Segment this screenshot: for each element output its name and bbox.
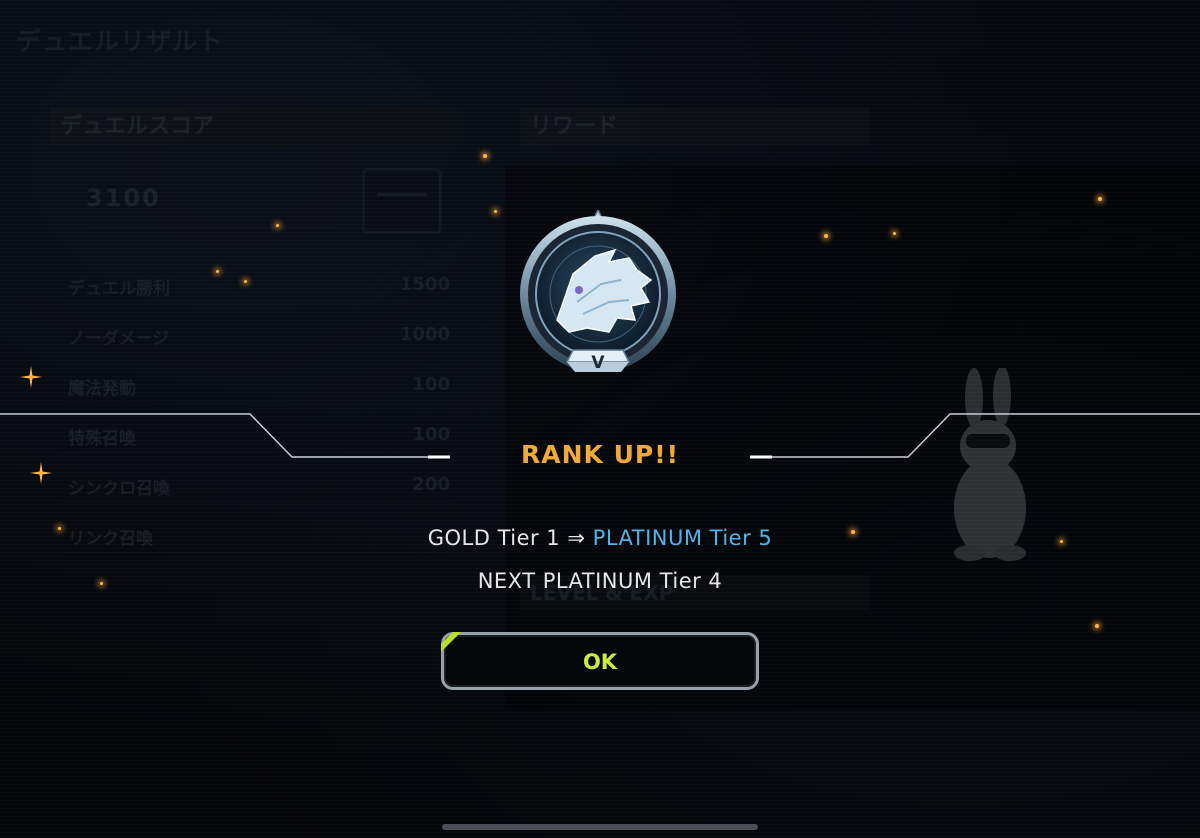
ok-button[interactable]: OK [441,632,759,690]
next-rank-line: NEXT PLATINUM Tier 4 [477,569,723,593]
sparkle [276,224,279,227]
home-indicator[interactable] [442,824,758,830]
sparkle [244,280,247,283]
rank-badge: V [520,210,676,373]
sparkle [1095,624,1099,628]
rank-change-line: GOLD Tier 1 ⇒ PLATINUM Tier 5 [0,526,1200,550]
from-rank: GOLD Tier 1 [427,526,561,550]
sparkle [824,234,828,238]
sparkle-star-icon [20,366,42,388]
ok-button-label: OK [582,650,618,674]
rank-up-heading: RANK UP!! [520,440,680,469]
to-rank: PLATINUM Tier 5 [592,526,773,550]
sparkle [494,210,497,213]
sparkle [483,154,487,158]
sparkle [1098,197,1102,201]
sparkle [216,270,219,273]
sparkle [893,232,896,235]
badge-tier-numeral: V [591,353,605,373]
arrow-icon: ⇒ [567,526,586,550]
